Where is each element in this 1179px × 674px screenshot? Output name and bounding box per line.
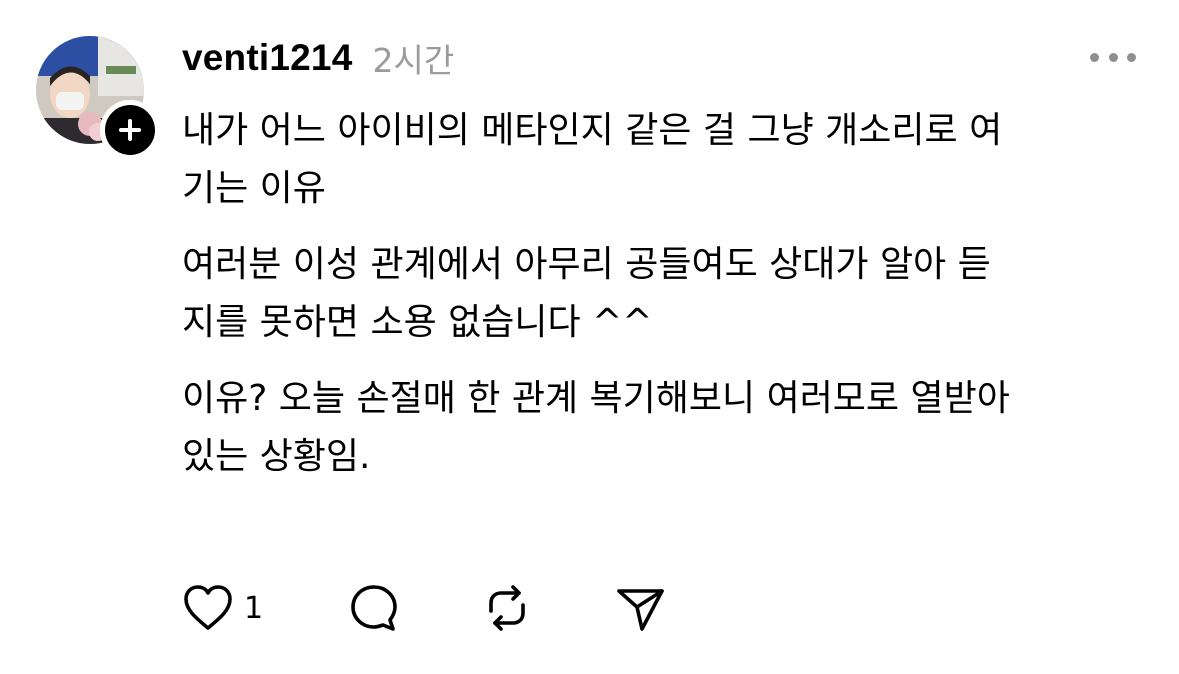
follow-button[interactable]: [100, 100, 160, 160]
more-horizontal-icon: [1127, 52, 1136, 62]
post-time: 2시간: [372, 41, 455, 80]
repost-icon: [489, 585, 525, 631]
post-header: venti1214 2시간: [182, 30, 454, 86]
username[interactable]: venti1214: [182, 37, 352, 79]
like-count: 1: [244, 590, 264, 626]
post-paragraph: 이유? 오늘 손절매 한 관계 복기해보니 여러모로 열받아 있는 상황임.: [182, 378, 1010, 477]
comment-icon: [351, 585, 397, 631]
send-icon: [617, 589, 664, 631]
like-button[interactable]: 1: [182, 584, 263, 632]
heart-icon: [184, 585, 232, 630]
post-paragraph: 내가 어느 아이비의 메타인지 같은 걸 그냥 개소리로 여 기는 이유: [182, 110, 1003, 209]
comment-button[interactable]: [349, 583, 399, 633]
thread-post: venti1214 2시간 내가 어느 아이비의 메타인지 같은 걸 그냥 개소…: [0, 0, 1179, 674]
more-horizontal-icon: [1090, 52, 1099, 62]
post-paragraph: 여러분 이성 관계에서 아무리 공들여도 상대가 알아 듣 지를 못하면 소용 …: [182, 244, 991, 343]
share-button[interactable]: [615, 583, 667, 633]
avatar-container: [36, 36, 160, 160]
action-bar: 1: [182, 578, 667, 638]
more-options-button[interactable]: [1090, 42, 1136, 72]
more-horizontal-icon: [1108, 52, 1118, 62]
repost-button[interactable]: [481, 583, 533, 633]
plus-icon: [119, 119, 141, 141]
post-body: 내가 어느 아이비의 메타인지 같은 걸 그냥 개소리로 여 기는 이유 여러분…: [182, 102, 1142, 504]
